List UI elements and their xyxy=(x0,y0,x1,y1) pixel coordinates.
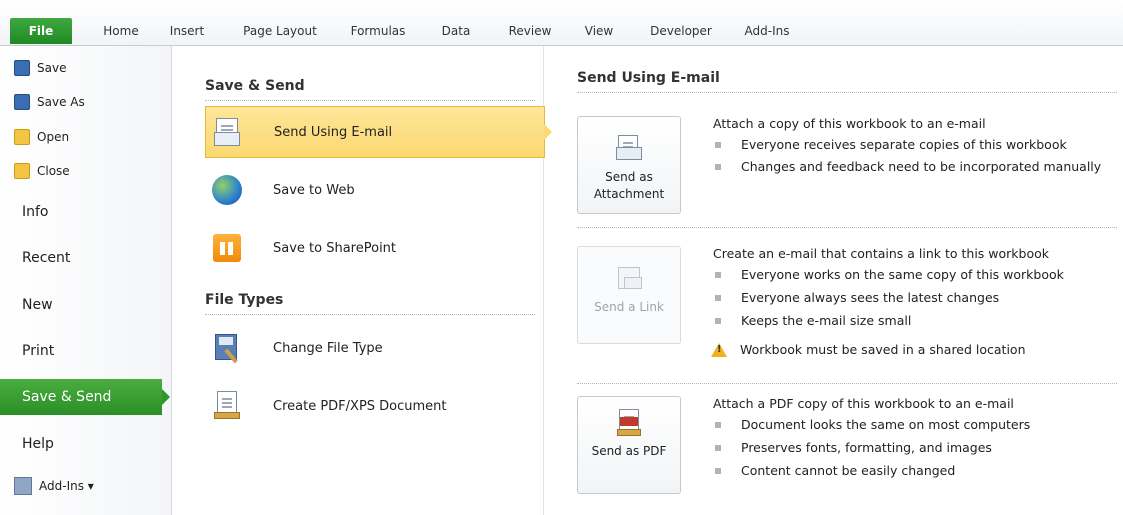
tab-home[interactable]: Home xyxy=(92,20,150,42)
pdf-bullet: Content cannot be easily changed xyxy=(715,463,955,478)
bullet-text: Keeps the e-mail size small xyxy=(741,313,912,328)
bullet-text: Everyone receives separate copies of thi… xyxy=(741,137,1067,152)
nav-new[interactable]: New xyxy=(0,287,162,323)
bullet-marker xyxy=(715,467,721,474)
nav-save-label: Save xyxy=(37,61,67,75)
pdf-attachment-icon xyxy=(616,409,642,436)
bullet-marker xyxy=(715,421,721,428)
tab-formulas[interactable]: Formulas xyxy=(342,20,414,42)
tab-page-layout[interactable]: Page Layout xyxy=(232,20,328,42)
link-warning: Workbook must be saved in a shared locat… xyxy=(711,342,1026,357)
bullet-text: Everyone works on the same copy of this … xyxy=(741,267,1064,282)
bullet-text: Changes and feedback need to be incorpor… xyxy=(741,159,1102,174)
bullet-text: Document looks the same on most computer… xyxy=(741,417,1031,432)
nav-help[interactable]: Help xyxy=(0,426,162,462)
pdf-bullet: Preserves fonts, formatting, and images xyxy=(715,440,992,455)
option-save-to-sharepoint[interactable]: Save to SharePoint xyxy=(205,222,545,274)
send-as-pdf-button[interactable]: Send as PDF xyxy=(577,396,681,494)
nav-add-ins-label: Add-Ins ▾ xyxy=(39,479,94,493)
pdf-description: Attach a PDF copy of this workbook to an… xyxy=(713,396,1014,411)
section-header-save-send: Save & Send xyxy=(205,78,535,101)
bullet-text: Everyone always sees the latest changes xyxy=(741,290,1000,305)
bullet-marker xyxy=(715,163,721,170)
sharepoint-icon xyxy=(211,232,243,264)
link-description: Create an e-mail that contains a link to… xyxy=(713,246,1049,261)
send-a-link-button[interactable]: Send a Link xyxy=(577,246,681,344)
save-send-options: Save & Send Send Using E-mail Save to We… xyxy=(172,46,552,515)
nav-save-and-send[interactable]: Save & Send xyxy=(0,379,170,415)
nav-save-as[interactable]: Save As xyxy=(14,90,85,114)
ribbon-tab-bar: File Home Insert Page Layout Formulas Da… xyxy=(0,0,1123,46)
panel-header: Send Using E-mail xyxy=(577,70,1117,93)
option-change-file-type-label: Change File Type xyxy=(273,340,383,356)
send-as-attachment-label: Send as Attachment xyxy=(593,170,665,201)
bullet-marker xyxy=(715,141,721,148)
attachment-bullet: Everyone receives separate copies of thi… xyxy=(715,137,1067,152)
send-a-link-label: Send a Link xyxy=(594,300,664,314)
tab-data[interactable]: Data xyxy=(434,20,478,42)
nav-save[interactable]: Save xyxy=(14,56,66,80)
nav-open-label: Open xyxy=(37,130,70,144)
warning-icon xyxy=(711,342,727,357)
option-send-using-email-label: Send Using E-mail xyxy=(274,124,393,140)
close-folder-icon xyxy=(14,163,30,179)
backstage-nav: Save Save As Open Close Info Recent New … xyxy=(0,46,172,515)
tab-add-ins[interactable]: Add-Ins xyxy=(736,20,798,42)
globe-icon xyxy=(211,174,243,206)
option-change-file-type[interactable]: Change File Type xyxy=(205,322,545,374)
section-header-file-types: File Types xyxy=(205,292,535,315)
send-as-pdf-label: Send as PDF xyxy=(591,444,667,458)
email-icon xyxy=(212,116,244,148)
nav-open[interactable]: Open xyxy=(14,125,69,149)
pdf-xps-icon xyxy=(211,390,243,422)
nav-add-ins[interactable]: Add-Ins ▾ xyxy=(14,474,94,498)
email-attachment-icon xyxy=(616,135,642,161)
link-bullet: Everyone works on the same copy of this … xyxy=(715,267,1064,282)
save-as-icon xyxy=(14,94,30,110)
option-send-using-email[interactable]: Send Using E-mail xyxy=(205,106,552,158)
link-bullet: Everyone always sees the latest changes xyxy=(715,290,999,305)
send-as-attachment-button[interactable]: Send as Attachment xyxy=(577,116,681,214)
nav-print[interactable]: Print xyxy=(0,333,162,369)
email-link-icon xyxy=(616,265,642,291)
bullet-marker xyxy=(715,271,721,278)
save-icon xyxy=(14,60,30,76)
bullet-marker xyxy=(715,444,721,451)
bullet-marker xyxy=(715,317,721,324)
bullet-text: Content cannot be easily changed xyxy=(741,463,956,478)
open-folder-icon xyxy=(14,129,30,145)
nav-info[interactable]: Info xyxy=(0,194,162,230)
nav-close-label: Close xyxy=(37,164,70,178)
option-create-pdf-xps[interactable]: Create PDF/XPS Document xyxy=(205,380,545,432)
warning-text: Workbook must be saved in a shared locat… xyxy=(740,342,1026,357)
nav-recent[interactable]: Recent xyxy=(0,240,162,276)
change-file-type-icon xyxy=(211,332,243,364)
attachment-description: Attach a copy of this workbook to an e-m… xyxy=(713,116,986,131)
attachment-bullet: Changes and feedback need to be incorpor… xyxy=(715,159,1101,174)
nav-save-as-label: Save As xyxy=(37,95,85,109)
link-bullet: Keeps the e-mail size small xyxy=(715,313,911,328)
tab-file[interactable]: File xyxy=(10,18,72,44)
tab-developer[interactable]: Developer xyxy=(640,20,722,42)
bullet-text: Preserves fonts, formatting, and images xyxy=(741,440,992,455)
send-using-email-panel: Send Using E-mail Send as Attachment Att… xyxy=(577,70,1117,494)
tab-view[interactable]: View xyxy=(575,20,623,42)
option-save-to-web[interactable]: Save to Web xyxy=(205,164,545,216)
bullet-marker xyxy=(715,294,721,301)
option-save-to-web-label: Save to Web xyxy=(273,182,355,198)
tab-insert[interactable]: Insert xyxy=(162,20,212,42)
nav-close[interactable]: Close xyxy=(14,159,70,183)
add-ins-icon xyxy=(14,477,32,495)
option-divider xyxy=(577,383,1117,384)
option-create-pdf-xps-label: Create PDF/XPS Document xyxy=(273,398,447,414)
option-divider xyxy=(577,227,1117,228)
tab-review[interactable]: Review xyxy=(500,20,560,42)
option-save-to-sharepoint-label: Save to SharePoint xyxy=(273,240,397,256)
pdf-bullet: Document looks the same on most computer… xyxy=(715,417,1030,432)
